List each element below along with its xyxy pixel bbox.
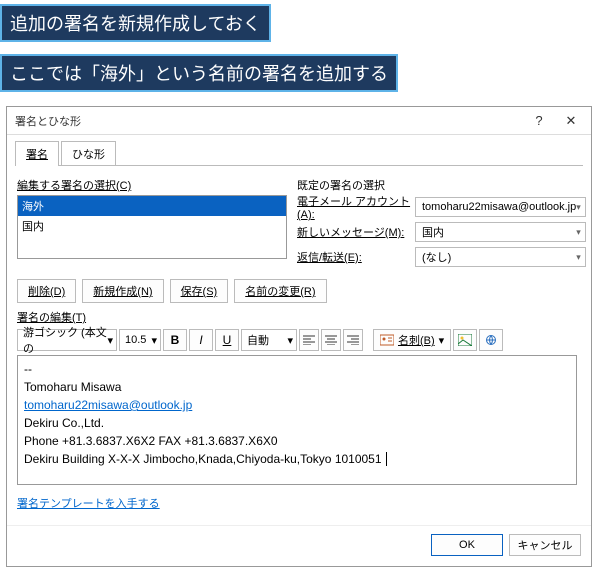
newmsg-label: 新しいメッセージ(M): — [297, 224, 415, 240]
close-button[interactable]: ✕ — [555, 110, 587, 132]
editor-line: Phone +81.3.6837.X6X2 FAX +81.3.6837.X6X… — [24, 432, 570, 450]
editor-line: Dekiru Co.,Ltd. — [24, 414, 570, 432]
reply-value: (なし) — [422, 249, 451, 265]
cancel-button[interactable]: キャンセル — [509, 534, 581, 556]
reply-label: 返信/転送(E): — [297, 249, 415, 265]
tab-template[interactable]: ひな形 — [61, 141, 116, 166]
chevron-down-icon: ▾ — [576, 252, 581, 263]
editor-email-line: tomoharu22misawa@outlook.jp — [24, 396, 570, 414]
ok-button[interactable]: OK — [431, 534, 503, 556]
tab-signature[interactable]: 署名 — [15, 141, 59, 166]
caret — [383, 452, 387, 466]
account-value: tomoharu22misawa@outlook.jp — [422, 201, 576, 213]
chevron-down-icon: ▾ — [439, 334, 445, 347]
list-item[interactable]: 国内 — [18, 216, 286, 236]
chevron-down-icon: ▾ — [576, 227, 581, 238]
italic-button[interactable]: I — [189, 329, 213, 351]
help-button[interactable]: ? — [523, 110, 555, 132]
bizcard-button[interactable]: 名刺(B) ▾ — [373, 329, 451, 351]
bizcard-icon — [380, 334, 394, 346]
font-select[interactable]: 游ゴシック (本文の▾ — [17, 329, 117, 351]
align-right-button[interactable] — [343, 329, 363, 351]
signature-editor[interactable]: -- Tomoharu Misawa tomoharu22misawa@outl… — [17, 355, 577, 485]
align-center-button[interactable] — [321, 329, 341, 351]
format-toolbar: 游ゴシック (本文の▾ 10.5▾ B I U 自動▾ — [17, 329, 581, 351]
color-select[interactable]: 自動▾ — [241, 329, 297, 351]
align-left-button[interactable] — [299, 329, 319, 351]
size-select[interactable]: 10.5▾ — [119, 329, 161, 351]
dialog-content: 編集する署名の選択(C) 海外 国内 既定の署名の選択 電子メール アカウント(… — [7, 167, 591, 525]
editor-line: Tomoharu Misawa — [24, 378, 570, 396]
select-signature-label: 編集する署名の選択(C) — [17, 177, 297, 193]
account-label: 電子メール アカウント(A): — [297, 193, 415, 221]
newmsg-select[interactable]: 国内 ▾ — [415, 222, 586, 242]
insert-link-button[interactable] — [479, 329, 503, 351]
titlebar: 署名とひな形 ? ✕ — [7, 107, 591, 135]
save-button[interactable]: 保存(S) — [170, 279, 229, 303]
newmsg-value: 国内 — [422, 224, 444, 240]
chevron-down-icon: ▾ — [151, 334, 157, 347]
chevron-down-icon: ▾ — [107, 334, 113, 347]
link-icon — [484, 334, 498, 346]
editor-line: -- — [24, 360, 570, 378]
dialog-button-row: OK キャンセル — [7, 525, 591, 566]
account-select[interactable]: tomoharu22misawa@outlook.jp ▾ — [415, 197, 586, 217]
insert-image-button[interactable] — [453, 329, 477, 351]
chevron-down-icon: ▾ — [576, 202, 581, 213]
callout-2: ここでは「海外」という名前の署名を追加する — [0, 54, 398, 92]
list-item[interactable]: 海外 — [18, 196, 286, 216]
underline-button[interactable]: U — [215, 329, 239, 351]
delete-button[interactable]: 削除(D) — [17, 279, 76, 303]
signature-listbox[interactable]: 海外 国内 — [17, 195, 287, 259]
dialog-window: 署名とひな形 ? ✕ 署名 ひな形 編集する署名の選択(C) 海外 国内 既定の… — [6, 106, 592, 567]
edit-signature-label: 署名の編集(T) — [17, 309, 581, 325]
tab-strip: 署名 ひな形 — [7, 135, 591, 166]
new-button[interactable]: 新規作成(N) — [82, 279, 163, 303]
rename-button[interactable]: 名前の変更(R) — [234, 279, 326, 303]
callout-1: 追加の署名を新規作成しておく — [0, 4, 271, 42]
dialog-title: 署名とひな形 — [15, 113, 81, 129]
editor-line: Dekiru Building X-X-X Jimbocho,Knada,Chi… — [24, 450, 570, 468]
chevron-down-icon: ▾ — [287, 334, 293, 347]
image-icon — [458, 334, 472, 346]
bold-button[interactable]: B — [163, 329, 187, 351]
default-signature-label: 既定の署名の選択 — [297, 177, 586, 193]
get-templates-link[interactable]: 署名テンプレートを入手する — [17, 498, 160, 510]
reply-select[interactable]: (なし) ▾ — [415, 247, 586, 267]
